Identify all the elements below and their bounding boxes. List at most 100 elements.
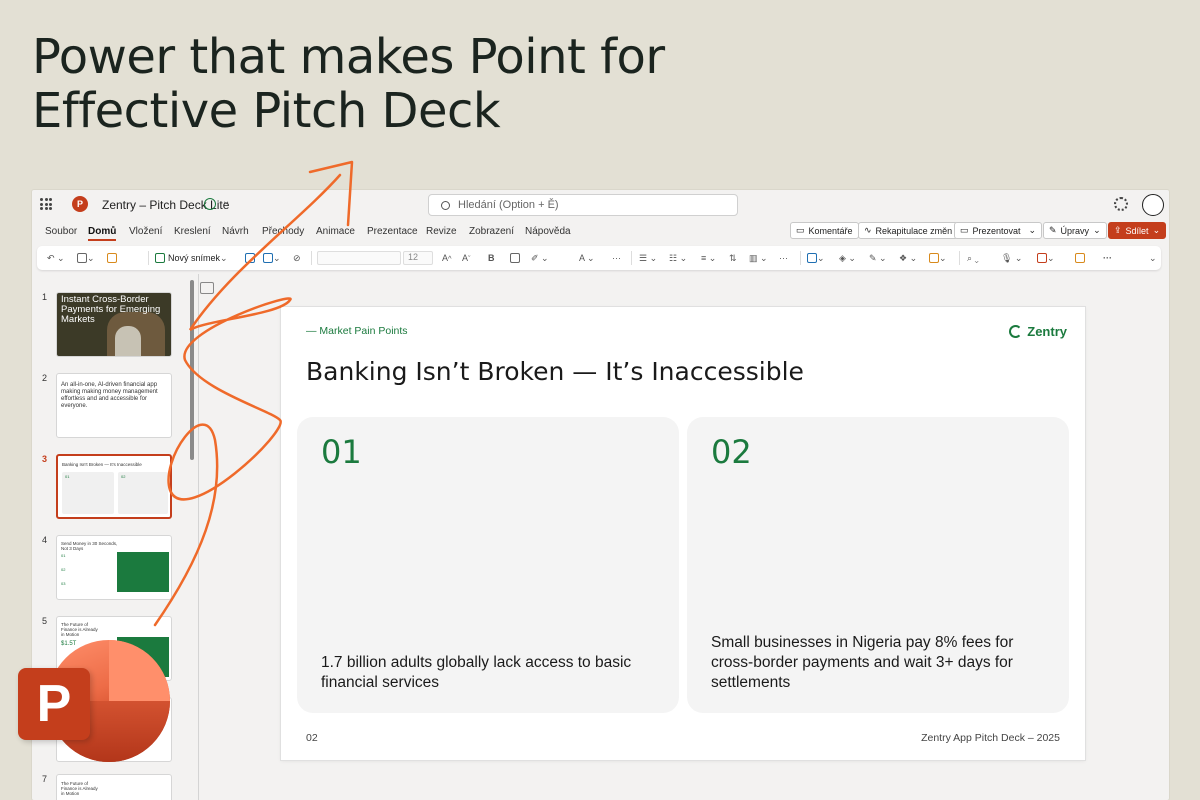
- slide-number: 7: [42, 774, 48, 784]
- expand-ribbon-icon[interactable]: ⌄: [1149, 252, 1157, 264]
- chevron-down-icon: ⌄: [1093, 225, 1101, 235]
- columns-icon[interactable]: ▥ ⌄: [749, 252, 768, 264]
- slide-thumbnail-2[interactable]: An all-in-one, AI-driven financial app m…: [56, 373, 172, 438]
- search-placeholder: Hledání (Option + Ě): [458, 199, 559, 211]
- more-font-icon[interactable]: ···: [612, 252, 621, 264]
- increase-font-icon[interactable]: A ^: [442, 252, 452, 264]
- add-ins-icon[interactable]: [1075, 252, 1085, 264]
- zentry-logo-icon: [1009, 325, 1023, 338]
- thumbnail-step: 03: [61, 581, 66, 586]
- pencil-icon: ✎: [1049, 225, 1057, 235]
- thumbnail-green-panel: [117, 552, 169, 592]
- account-avatar[interactable]: [1142, 194, 1164, 216]
- bold-icon[interactable]: B: [488, 252, 495, 264]
- paste-icon[interactable]: ⌄: [77, 252, 95, 264]
- slide-thumbnail-7[interactable]: The Future of Finance is Already in Moti…: [56, 774, 172, 800]
- settings-gear-icon[interactable]: [1114, 197, 1128, 211]
- numbering-icon[interactable]: ☷ ⌄: [669, 252, 687, 264]
- zentry-logo: Zentry: [1009, 324, 1067, 339]
- comments-button[interactable]: ▭ Komentáře: [790, 222, 859, 239]
- shapes-icon[interactable]: ⌄: [807, 252, 825, 264]
- card-number: 02: [711, 433, 752, 471]
- slide-thumbnail-3[interactable]: Banking Isn't Broken — It's Inaccessible…: [56, 454, 172, 519]
- chevron-down-icon: ⌄: [1152, 225, 1161, 235]
- slide-title[interactable]: Banking Isn’t Broken — It’s Inaccessible: [306, 357, 804, 386]
- search-icon: [441, 200, 450, 210]
- arrange-icon[interactable]: ❖ ⌄: [899, 252, 917, 264]
- thumbnail-step: 01: [61, 553, 66, 558]
- thumbnail-title: Banking Isn't Broken — It's Inaccessible: [62, 462, 142, 467]
- decrease-font-icon[interactable]: Aˇ: [462, 252, 471, 264]
- headline-line-1: Power that makes Point for: [32, 29, 665, 85]
- thumbnail-photo-person: [115, 326, 141, 356]
- tab-kresleni[interactable]: Kreslení: [174, 226, 211, 237]
- present-icon: ▭: [960, 225, 969, 235]
- title-bar: P Zentry – Pitch Deck Lite ⌄ Hledání (Op…: [32, 190, 1169, 220]
- powerpoint-app-icon: P: [72, 196, 88, 212]
- shape-fill-icon[interactable]: ◈ ⌄: [839, 252, 856, 264]
- slide-thumbnail-1[interactable]: Instant Cross-Border Payments for Emergi…: [56, 292, 172, 357]
- find-icon[interactable]: ⌕ ⌄: [967, 252, 979, 264]
- share-icon: ⇪: [1114, 225, 1122, 235]
- pain-point-card-1[interactable]: 01 1.7 billion adults globally lack acce…: [297, 417, 679, 713]
- tab-animace[interactable]: Animace: [316, 226, 355, 237]
- font-color-icon[interactable]: A ⌄: [579, 252, 595, 264]
- slide-number: 5: [42, 616, 48, 626]
- quick-styles-icon[interactable]: ⌄: [929, 252, 947, 264]
- more-paragraph-icon[interactable]: ···: [779, 252, 788, 264]
- collapse-pane-icon[interactable]: [200, 282, 214, 294]
- shape-outline-icon[interactable]: ✎ ⌄: [869, 252, 887, 264]
- designer-icon[interactable]: ⌄: [1037, 252, 1055, 264]
- tab-navrh[interactable]: Návrh: [222, 226, 249, 237]
- powerpoint-logo-letter: P: [18, 668, 90, 740]
- slide-number: 2: [42, 373, 48, 383]
- chevron-down-icon[interactable]: ⌄: [222, 196, 230, 207]
- slide-canvas[interactable]: — Market Pain Points Zentry Banking Isn’…: [281, 307, 1085, 760]
- thumbnail-card: [62, 472, 114, 514]
- format-painter-icon[interactable]: [107, 252, 117, 264]
- recap-button[interactable]: ∿ Rekapitulace změn: [858, 222, 959, 239]
- tab-soubor[interactable]: Soubor: [45, 226, 77, 237]
- tab-vlozeni[interactable]: Vložení: [129, 226, 162, 237]
- edit-mode-button[interactable]: ✎ Úpravy ⌄: [1043, 222, 1107, 239]
- tab-prezentace[interactable]: Prezentace: [367, 226, 418, 237]
- pain-point-card-2[interactable]: 02 Small businesses in Nigeria pay 8% fe…: [687, 417, 1069, 713]
- more-options-icon[interactable]: ···: [1103, 252, 1112, 264]
- tab-zobrazeni[interactable]: Zobrazení: [469, 226, 514, 237]
- powerpoint-logo: P: [18, 640, 170, 762]
- slide-page-number: 02: [306, 732, 318, 744]
- reuse-slide-icon[interactable]: [245, 252, 255, 264]
- new-slide-button[interactable]: Nový snímek ⌄: [155, 252, 228, 264]
- card-number: 01: [321, 433, 362, 471]
- search-input[interactable]: Hledání (Option + Ě): [428, 194, 738, 216]
- font-size-select[interactable]: 12: [403, 251, 433, 265]
- slide-thumbnail-4[interactable]: Send Money in 30 Seconds, Not 3 Days 01 …: [56, 535, 172, 600]
- layout-icon[interactable]: ⌄: [263, 252, 281, 264]
- text-direction-icon[interactable]: ⇅: [729, 252, 737, 264]
- font-family-select[interactable]: [317, 251, 401, 265]
- slide-number: 3: [42, 454, 48, 464]
- slide-kicker: — Market Pain Points: [306, 325, 408, 337]
- align-icon[interactable]: ≡ ⌄: [701, 252, 716, 264]
- comment-icon: ▭: [796, 225, 805, 235]
- bullets-icon[interactable]: ☰ ⌄: [639, 252, 657, 264]
- present-button[interactable]: ▭ Prezentovat ⌄: [954, 222, 1043, 239]
- undo-icon[interactable]: ↶ ⌄: [47, 252, 65, 264]
- tab-revize[interactable]: Revize: [426, 226, 457, 237]
- card-text: Small businesses in Nigeria pay 8% fees …: [711, 634, 1014, 691]
- edit-label: Úpravy: [1060, 225, 1090, 236]
- app-launcher-icon[interactable]: [40, 198, 52, 210]
- tab-domu[interactable]: Domů: [88, 226, 117, 241]
- share-button[interactable]: ⇪ Sdílet ⌄: [1108, 222, 1167, 239]
- thumbnail-card-num: 02: [121, 474, 126, 479]
- tab-napoveda[interactable]: Nápověda: [525, 226, 571, 237]
- tab-prechody[interactable]: Přechody: [262, 226, 304, 237]
- clear-format-icon[interactable]: [510, 252, 520, 264]
- share-label: Sdílet: [1125, 225, 1149, 236]
- hide-slide-icon[interactable]: ⊘: [293, 252, 301, 264]
- dictate-icon[interactable]: 🎙 ⌄: [1001, 252, 1022, 264]
- activity-icon: ∿: [864, 225, 872, 235]
- highlight-icon[interactable]: ✐ ⌄: [531, 252, 549, 264]
- thumbnail-card: [118, 472, 168, 514]
- thumbnail-title: The Future of Finance is Already in Moti…: [61, 781, 98, 796]
